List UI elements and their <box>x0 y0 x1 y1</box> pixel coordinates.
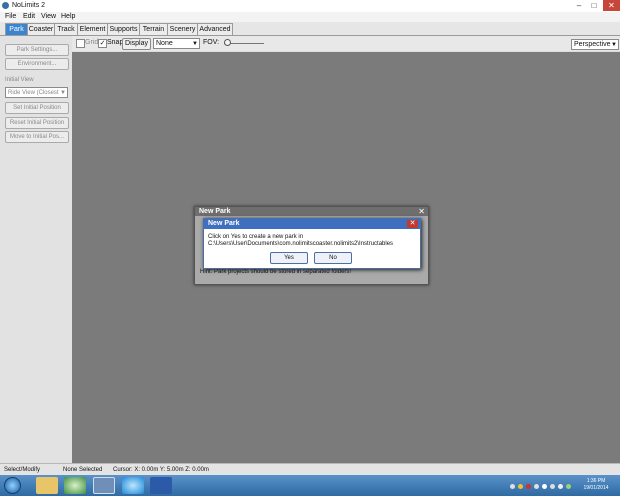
projection-select[interactable]: Perspective ▼ <box>571 39 619 50</box>
status-cursor: Cursor: X: 0.00m Y: 5.00m Z: 0.00m <box>113 467 209 473</box>
tab-advanced[interactable]: Advanced <box>197 23 233 35</box>
projection-value: Perspective <box>574 41 611 48</box>
tab-supports[interactable]: Supports <box>107 23 140 35</box>
fov-label: FOV: <box>203 39 220 46</box>
tab-track[interactable]: Track <box>54 23 78 35</box>
tab-park[interactable]: Park <box>5 23 28 35</box>
tray-network-icon[interactable] <box>534 484 539 489</box>
tab-bar: Park Coaster Track Element Supports Terr… <box>0 22 620 36</box>
menu-view[interactable]: View <box>41 12 56 22</box>
display-mode-select[interactable]: None ▼ <box>153 38 200 49</box>
dialog-hint: Hint: Park projects should be stored in … <box>200 269 352 275</box>
park-settings-button[interactable]: Park Settings... <box>5 44 69 56</box>
initial-view-value: Ride View (Closest <box>8 90 59 96</box>
dialog-message-line1: Click on Yes to create a new park in <box>208 234 304 240</box>
chevron-down-icon: ▼ <box>60 90 66 96</box>
dialog-title-text: New Park <box>208 220 240 227</box>
no-button[interactable]: No <box>314 252 352 264</box>
status-selection: None Selected <box>63 467 103 473</box>
tab-terrain[interactable]: Terrain <box>139 23 168 35</box>
grid-checkbox[interactable] <box>76 39 85 48</box>
menu-edit[interactable]: Edit <box>23 12 35 22</box>
clock-time: 1:36 PM <box>586 478 606 484</box>
menu-bar: File Edit View Help <box>0 12 620 22</box>
word-icon[interactable] <box>150 477 172 494</box>
clock[interactable]: 1:36 PM 19/01/2014 <box>578 478 614 492</box>
tab-coaster[interactable]: Coaster <box>27 23 55 35</box>
move-to-initial-position-button[interactable]: Move to Initial Pos... <box>5 131 69 143</box>
yes-button[interactable]: Yes <box>270 252 308 264</box>
initial-view-label: Initial View <box>5 77 34 83</box>
display-button[interactable]: Display <box>122 38 151 50</box>
grid-label: Grid <box>85 39 99 46</box>
clock-date: 19/01/2014 <box>583 485 609 491</box>
tray-flag-icon[interactable] <box>542 484 547 489</box>
snap-checkbox[interactable]: ✓ <box>98 39 107 48</box>
browser-icon[interactable] <box>64 477 86 494</box>
dialog-title: New Park <box>204 219 420 229</box>
menu-help[interactable]: Help <box>61 12 75 22</box>
dialog-message-line2: C:\Users\User\Documents\com.nolimitscoas… <box>208 241 394 247</box>
window-title: NoLimits 2 <box>12 2 46 9</box>
close-icon[interactable]: ✕ <box>603 0 620 11</box>
menu-file[interactable]: File <box>5 12 16 22</box>
chevron-down-icon: ▼ <box>192 41 198 47</box>
tray-volume-icon[interactable] <box>558 484 563 489</box>
tray-battery-icon[interactable] <box>566 484 571 489</box>
tab-element[interactable]: Element <box>77 23 108 35</box>
explorer-icon[interactable] <box>36 477 58 494</box>
dialog-back-title-text: New Park <box>199 208 231 215</box>
tray-arrow-icon[interactable] <box>510 484 515 489</box>
display-mode-value: None <box>156 40 173 47</box>
chevron-down-icon: ▼ <box>611 42 617 48</box>
new-park-confirm-dialog: New Park ✕ Click on Yes to create a new … <box>203 218 421 269</box>
tray-app-icon[interactable] <box>518 484 523 489</box>
initial-view-select[interactable]: Ride View (Closest ▼ <box>5 87 68 98</box>
reset-initial-position-button[interactable]: Reset Initial Position <box>5 117 69 129</box>
snap-label: Snap <box>107 39 124 46</box>
left-panel: Park Settings... Environment... Initial … <box>0 36 72 463</box>
fov-slider-thumb[interactable] <box>224 39 231 46</box>
maximize-icon[interactable]: □ <box>587 0 601 11</box>
start-icon[interactable] <box>4 477 21 494</box>
minimize-icon[interactable]: – <box>572 0 586 11</box>
status-mode: Select/Modify <box>4 467 41 473</box>
skype-icon[interactable] <box>122 477 144 494</box>
tray-security-icon[interactable] <box>526 484 531 489</box>
close-icon[interactable]: ✕ <box>418 207 425 216</box>
set-initial-position-button[interactable]: Set Initial Position <box>5 102 69 114</box>
close-icon[interactable]: ✕ <box>407 220 418 228</box>
app-icon <box>2 2 9 9</box>
tab-scenery[interactable]: Scenery <box>167 23 198 35</box>
environment-button[interactable]: Environment... <box>5 58 69 70</box>
nolimits-taskbar-icon[interactable] <box>93 477 115 494</box>
view-toolbar: Grid ✓ Snap Display None ▼ FOV: Perspect… <box>72 36 620 51</box>
tray-signal-icon[interactable] <box>550 484 555 489</box>
dialog-back-title: New Park <box>195 207 428 216</box>
